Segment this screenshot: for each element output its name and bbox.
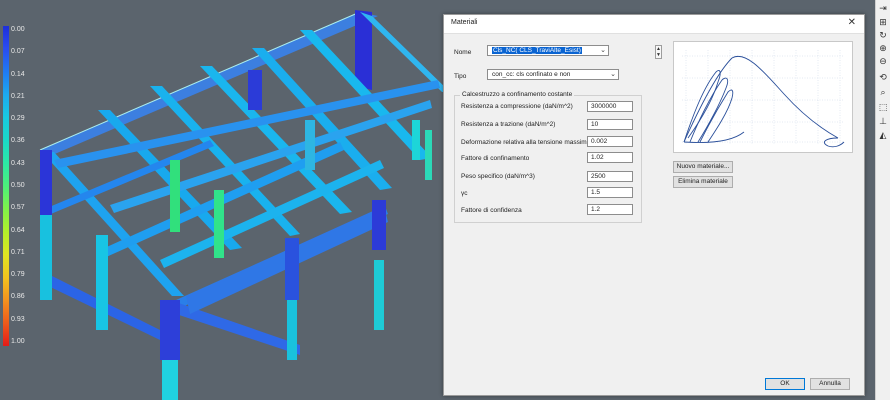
stress-strain-preview	[673, 41, 853, 153]
legend-tick-label: 0.00	[11, 26, 25, 33]
color-scale-bar	[3, 26, 9, 346]
legend-tick-label: 0.79	[11, 271, 25, 279]
legend-tick-label: 1.00	[11, 338, 25, 345]
spin-down-icon[interactable]: ▼	[656, 52, 661, 58]
nome-label: Nome	[454, 49, 472, 56]
chevron-down-icon: ⌄	[610, 71, 616, 78]
dialog-title: Materiali	[451, 19, 478, 26]
strain-input[interactable]: 0.002	[587, 136, 633, 147]
rotate-icon[interactable]: ↻	[878, 31, 888, 41]
zoom-in-icon[interactable]: ⊕	[878, 44, 888, 54]
axes-icon[interactable]: ⊥	[878, 117, 888, 127]
field-label-tension: Resistenza a trazione (daN/m^2)	[461, 121, 556, 128]
rotate-view-icon[interactable]: ⟲	[878, 73, 888, 83]
field-label-confinement: Fattore di confinamento	[461, 155, 530, 162]
color-scale-legend: 0.00 0.07 0.14 0.21 0.29 0.36 0.43 0.50 0.57 0.64…	[0, 26, 44, 356]
dialog-titlebar[interactable]: Materiali ✕	[444, 15, 864, 34]
legend-tick-label: 0.29	[11, 115, 25, 123]
nome-selected-value: Cls_NC( CLS_TraviAlte_Esist)	[492, 47, 582, 54]
shade-icon[interactable]: ◭	[878, 131, 888, 141]
legend-tick-label: 0.71	[11, 248, 25, 256]
select-icon[interactable]: ⌕	[878, 88, 888, 98]
tipo-label: Tipo	[454, 73, 467, 80]
close-icon[interactable]: ✕	[848, 17, 856, 28]
ok-button[interactable]: OK	[765, 378, 805, 390]
compression-input[interactable]: 3000000	[587, 101, 633, 112]
zoom-window-icon[interactable]: ⊞	[878, 18, 888, 28]
legend-tick-label: 0.36	[11, 137, 25, 145]
import-icon[interactable]: ⇥	[878, 4, 888, 14]
field-label-weight: Peso specifico (daN/m^3)	[461, 173, 535, 180]
field-label-confidence: Fattore di confidenza	[461, 207, 522, 214]
nome-select[interactable]: Cls_NC( CLS_TraviAlte_Esist) ⌄	[487, 45, 609, 56]
gamma-c-input[interactable]: 1.5	[587, 187, 633, 198]
view-toolbar: ⇥ ⊞ ↻ ⊕ ⊖ ⟲ ⌕ ⬚ ⊥ ◭	[875, 0, 890, 400]
stress-strain-curve	[682, 50, 845, 148]
group-title: Calcestruzzo a confinamento costante	[460, 91, 575, 98]
cancel-button[interactable]: Annulla	[810, 378, 850, 390]
tipo-select[interactable]: con_cc: cls confinato e non ⌄	[487, 69, 619, 80]
weight-input[interactable]: 2500	[587, 171, 633, 182]
materials-dialog: Materiali ✕ Nome Cls_NC( CLS_TraviAlte_E…	[443, 14, 865, 396]
legend-tick-label: 0.21	[11, 92, 25, 100]
tension-input[interactable]: 10	[587, 119, 633, 130]
chevron-down-icon: ⌄	[600, 47, 606, 54]
nome-spin-buttons[interactable]: ▲ ▼	[655, 45, 662, 59]
legend-tick-label: 0.64	[11, 226, 25, 234]
legend-tick-label: 0.43	[11, 159, 25, 167]
new-material-button[interactable]: Nuovo materiale...	[673, 161, 733, 173]
field-label-compression: Resistenza a compressione (daN/m^2)	[461, 103, 573, 110]
legend-tick-label: 0.93	[11, 315, 25, 323]
confidence-input[interactable]: 1.2	[587, 204, 633, 215]
zoom-out-icon[interactable]: ⊖	[878, 57, 888, 67]
confinement-input[interactable]: 1.02	[587, 152, 633, 163]
field-label-strain: Deformazione relativa alla tensione mass…	[461, 139, 591, 146]
legend-tick-label: 0.07	[11, 48, 25, 56]
legend-tick-label: 0.50	[11, 182, 25, 189]
legend-tick-label: 0.14	[11, 70, 25, 78]
view-3d-icon[interactable]: ⬚	[878, 103, 888, 113]
tipo-selected-value: con_cc: cls confinato e non	[492, 71, 571, 78]
legend-tick-label: 0.57	[11, 204, 25, 212]
legend-tick-label: 0.86	[11, 293, 25, 301]
field-label-gamma-c: γc	[461, 190, 468, 197]
delete-material-button[interactable]: Elimina materiale	[673, 176, 733, 188]
